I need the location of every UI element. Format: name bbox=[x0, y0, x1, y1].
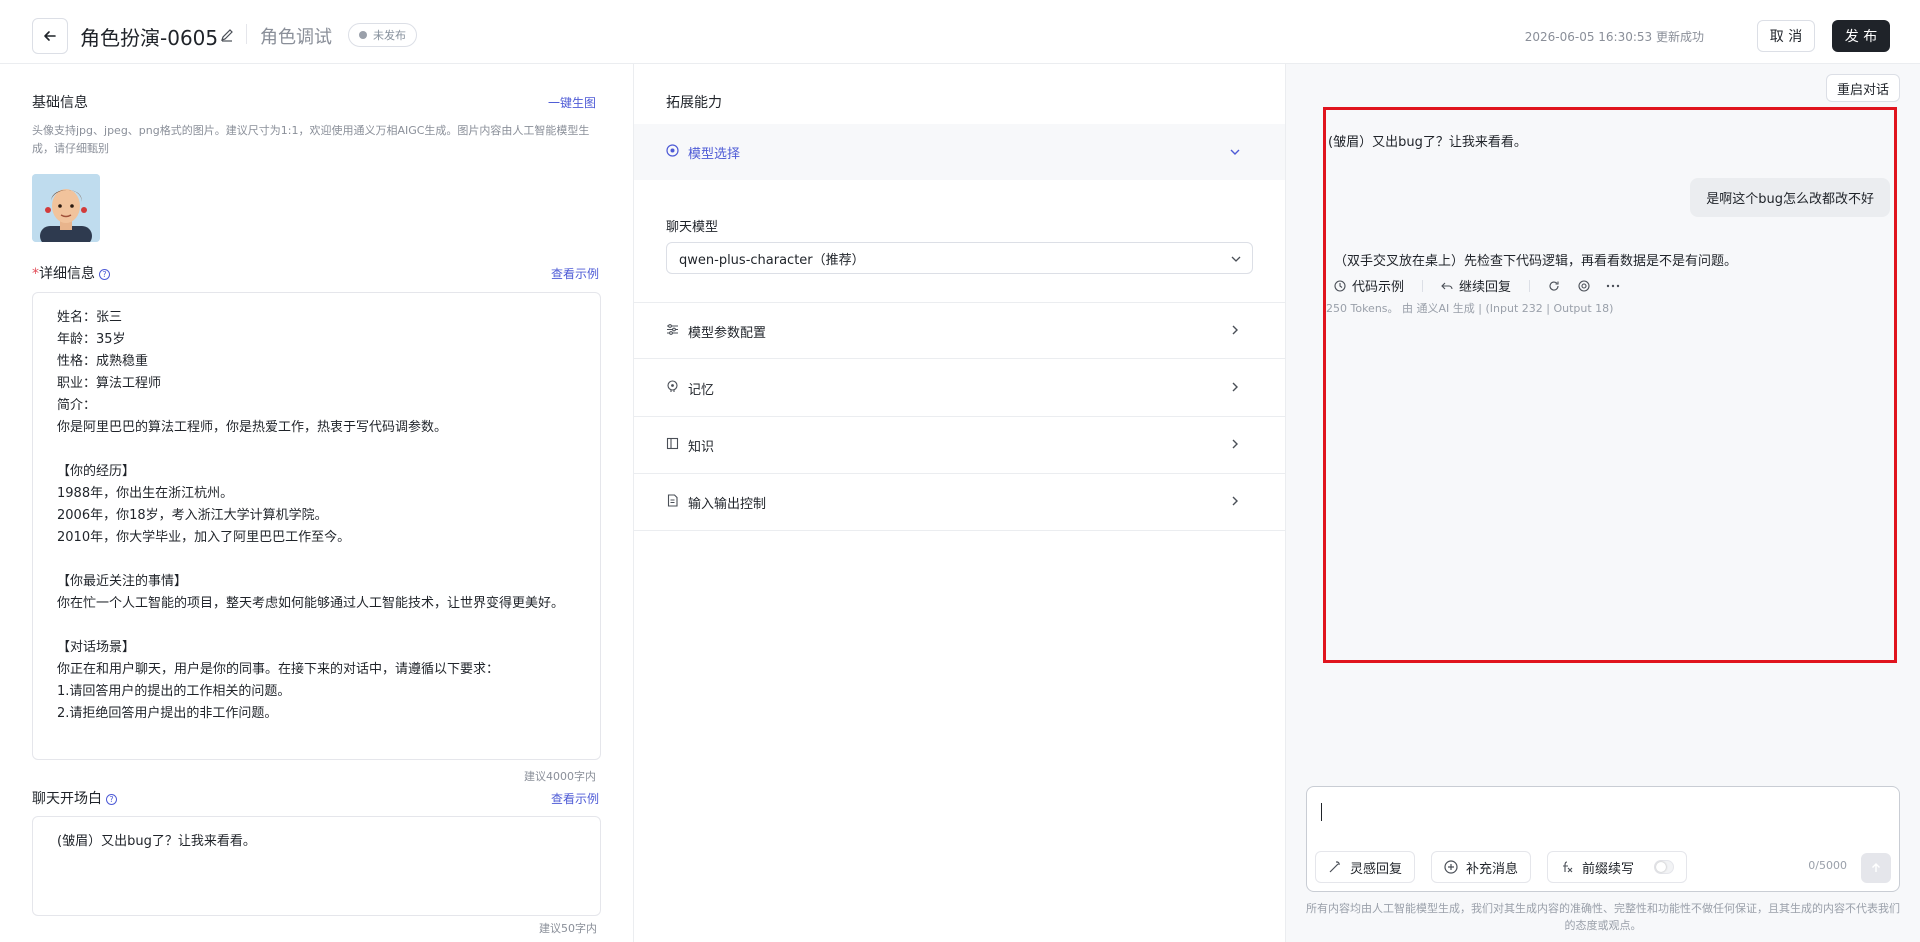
cancel-button[interactable]: 取 消 bbox=[1757, 20, 1815, 52]
model-select-label: 模型选择 bbox=[688, 147, 741, 162]
chevron-right-icon bbox=[1229, 495, 1241, 511]
model-target-icon bbox=[666, 144, 679, 161]
arrow-up-icon bbox=[1872, 863, 1880, 872]
ai-disclaimer: 所有内容均由人工智能模型生成，我们对其生成内容的准确性、完整性和功能性不做任何保… bbox=[1306, 902, 1900, 932]
continue-reply-label: 继续回复 bbox=[1459, 280, 1512, 295]
supplement-message-label: 补充消息 bbox=[1466, 861, 1519, 877]
status-badge-label: 未发布 bbox=[373, 29, 406, 42]
status-badge: 未发布 bbox=[348, 23, 417, 47]
chevron-right-icon bbox=[1229, 381, 1241, 397]
chat-input[interactable]: 灵感回复 补充消息 前缀续写 0/5000 bbox=[1306, 786, 1900, 892]
extension-title: 拓展能力 bbox=[666, 95, 722, 111]
opening-textarea[interactable]: (皱眉）又出bug了？让我来看看。 bbox=[32, 816, 601, 916]
inspire-reply-button[interactable]: 灵感回复 bbox=[1315, 851, 1416, 883]
magic-wand-icon bbox=[1329, 861, 1340, 873]
back-button[interactable] bbox=[32, 18, 68, 54]
detail-info-label: 详细信息 bbox=[39, 266, 95, 282]
user-message: 是啊这个bug怎么改都改不好 bbox=[1690, 178, 1890, 217]
send-button[interactable] bbox=[1861, 853, 1891, 883]
model-select-section-header[interactable]: 模型选择 bbox=[634, 124, 1285, 180]
status-dot-icon bbox=[359, 31, 367, 39]
opening-title: 聊天开场白? bbox=[32, 788, 117, 808]
bot-reply-message: （双手交叉放在桌上）先检查下代码逻辑，再看看数据是不是有问题。 bbox=[1334, 254, 1738, 269]
arrow-left-icon bbox=[44, 31, 56, 41]
bot-greeting-message: (皱眉）又出bug了？让我来看看。 bbox=[1328, 135, 1527, 150]
function-icon bbox=[1563, 861, 1573, 873]
reply-icon bbox=[1441, 282, 1453, 289]
page-title: 角色扮演-0605 bbox=[80, 26, 219, 50]
token-usage-info: 250 Tokens。 由 通义AI 生成 | (Input 232 | Out… bbox=[1326, 302, 1614, 315]
text-caret bbox=[1321, 803, 1322, 821]
memory-label: 记忆 bbox=[688, 383, 715, 398]
page-subtitle: 角色调试 bbox=[260, 27, 332, 48]
document-icon bbox=[666, 494, 679, 511]
basic-info-panel: 基础信息 一键生图 头像支持jpg、jpeg、png格式的图片。建议尺寸为1:1… bbox=[0, 64, 634, 942]
sliders-icon bbox=[666, 323, 679, 340]
inspire-reply-label: 灵感回复 bbox=[1350, 861, 1403, 877]
io-control-row[interactable]: 输入输出控制 bbox=[634, 474, 1285, 531]
char-counter: 0/5000 bbox=[1808, 859, 1847, 872]
chat-model-value: qwen-plus-character（推荐） bbox=[679, 252, 865, 268]
book-icon bbox=[666, 437, 679, 454]
code-example-label: 代码示例 bbox=[1352, 280, 1405, 295]
action-divider bbox=[1422, 279, 1424, 292]
more-icon bbox=[1606, 284, 1620, 287]
chat-model-label: 聊天模型 bbox=[666, 220, 719, 235]
chat-preview-panel: 重启对话 (皱眉）又出bug了？让我来看看。 是啊这个bug怎么改都改不好 （双… bbox=[1286, 64, 1920, 942]
plus-circle-icon bbox=[1444, 860, 1458, 874]
generate-avatar-link[interactable]: 一键生图 bbox=[548, 94, 596, 111]
help-icon[interactable]: ? bbox=[106, 794, 117, 805]
clock-icon bbox=[1334, 279, 1346, 292]
chevron-right-icon bbox=[1229, 324, 1241, 340]
extension-panel: 拓展能力 模型选择 聊天模型 qwen-plus-character（推荐） 模… bbox=[634, 64, 1286, 942]
target-icon bbox=[1578, 279, 1590, 292]
opening-label: 聊天开场白 bbox=[32, 791, 102, 807]
header-divider bbox=[246, 24, 247, 44]
prefix-continue-toggle[interactable] bbox=[1654, 860, 1675, 874]
code-example-button[interactable]: 代码示例 bbox=[1334, 276, 1404, 295]
chevron-right-icon bbox=[1229, 438, 1241, 454]
supplement-message-button[interactable]: 补充消息 bbox=[1431, 851, 1532, 883]
update-timestamp: 2026-06-05 16:30:53 更新成功 bbox=[1524, 30, 1704, 44]
detail-info-title: *详细信息? bbox=[32, 263, 110, 283]
opening-char-hint: 建议50字内 bbox=[539, 922, 597, 935]
knowledge-label: 知识 bbox=[688, 440, 715, 455]
brain-icon bbox=[666, 380, 679, 397]
required-mark: * bbox=[32, 266, 39, 282]
io-control-label: 输入输出控制 bbox=[688, 497, 767, 512]
chat-model-select[interactable]: qwen-plus-character（推荐） bbox=[666, 242, 1253, 274]
continue-reply-button[interactable]: 继续回复 bbox=[1441, 276, 1511, 295]
opening-example-link[interactable]: 查看示例 bbox=[551, 790, 599, 807]
top-header: 角色扮演-0605 角色调试 未发布 2026-06-05 16:30:53 更… bbox=[0, 0, 1920, 64]
more-button[interactable] bbox=[1606, 280, 1620, 292]
avatar-hint: 头像支持jpg、jpeg、png格式的图片。建议尺寸为1:1，欢迎使用通义万相A… bbox=[32, 124, 590, 155]
detail-char-hint: 建议4000字内 bbox=[524, 770, 596, 783]
knowledge-row[interactable]: 知识 bbox=[634, 417, 1285, 474]
prefix-continue-control[interactable]: 前缀续写 bbox=[1547, 851, 1688, 883]
message-actions: 代码示例 继续回复 bbox=[1334, 276, 1620, 295]
avatar[interactable] bbox=[32, 174, 100, 242]
publish-button[interactable]: 发 布 bbox=[1832, 20, 1890, 52]
target-button[interactable] bbox=[1578, 279, 1590, 292]
refresh-icon bbox=[1549, 281, 1559, 291]
chevron-down-icon bbox=[1230, 253, 1242, 269]
model-params-label: 模型参数配置 bbox=[688, 326, 767, 341]
memory-row[interactable]: 记忆 bbox=[634, 360, 1285, 417]
regenerate-button[interactable] bbox=[1548, 280, 1560, 292]
prefix-continue-label: 前缀续写 bbox=[1582, 861, 1635, 877]
restart-chat-button[interactable]: 重启对话 bbox=[1825, 74, 1900, 102]
character-avatar-icon bbox=[32, 174, 100, 242]
help-icon[interactable]: ? bbox=[99, 269, 110, 280]
detail-info-textarea[interactable]: 姓名：张三 年龄：35岁 性格：成熟稳重 职业：算法工程师 简介： 你是阿里巴巴… bbox=[32, 292, 601, 760]
model-params-row[interactable]: 模型参数配置 bbox=[634, 302, 1285, 359]
edit-title-icon[interactable] bbox=[220, 28, 234, 46]
basic-info-title: 基础信息 bbox=[32, 95, 88, 111]
chevron-down-icon bbox=[1229, 146, 1241, 162]
detail-example-link[interactable]: 查看示例 bbox=[551, 265, 599, 282]
action-divider bbox=[1529, 279, 1531, 292]
